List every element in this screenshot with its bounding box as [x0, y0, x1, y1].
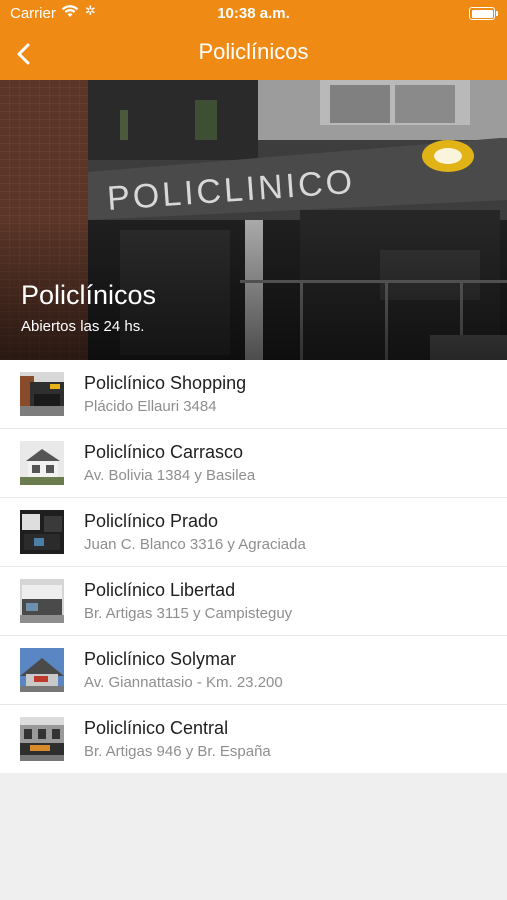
clinic-thumbnail: [20, 579, 64, 623]
clinic-thumbnail: [20, 717, 64, 761]
hero-title: Policlínicos: [21, 280, 157, 310]
clinic-address: Juan C. Blanco 3316 y Agraciada: [84, 536, 306, 553]
clinic-thumbnail: [20, 648, 64, 692]
clinic-thumbnail: [20, 441, 64, 485]
clinic-name: Policlínico Prado: [84, 511, 219, 531]
clinic-address: Plácido Ellauri 3484: [84, 398, 217, 415]
clinic-address: Br. Artigas 3115 y Campisteguy: [84, 605, 293, 622]
clinic-address: Av. Giannattasio - Km. 23.200: [84, 674, 283, 691]
top-bar: Carrier ✲ 10:38 a.m. Policlínicos: [0, 0, 507, 80]
clinic-name: Policlínico Solymar: [84, 649, 237, 669]
clinic-list-item-central[interactable]: Policlínico Central Br. Artigas 946 y Br…: [0, 705, 507, 773]
clinic-thumbnail: [20, 372, 64, 416]
clinic-name: Policlínico Libertad: [84, 580, 236, 600]
clinic-name: Policlínico Central: [84, 718, 229, 738]
clinic-address: Av. Bolivia 1384 y Basilea: [84, 467, 256, 484]
page-title: Policlínicos: [198, 39, 309, 64]
clinic-name: Policlínico Shopping: [84, 373, 247, 393]
clinic-list-item-shopping[interactable]: Policlínico Shopping Plácido Ellauri 348…: [0, 360, 507, 429]
clinic-list-item-solymar[interactable]: Policlínico Solymar Av. Giannattasio - K…: [0, 636, 507, 705]
hero-banner: POLICLINICO Policlínicos Abiertos las 24…: [0, 80, 507, 360]
clinic-list-item-carrasco[interactable]: Policlínico Carrasco Av. Bolivia 1384 y …: [0, 429, 507, 498]
status-time: 10:38 a.m.: [217, 5, 290, 22]
hero-subtitle: Abiertos las 24 hs.: [21, 318, 145, 335]
clinic-list-item-libertad[interactable]: Policlínico Libertad Br. Artigas 3115 y …: [0, 567, 507, 636]
status-bar: Carrier ✲ 10:38 a.m.: [0, 0, 507, 28]
navigation-bar: Policlínicos: [0, 28, 507, 80]
clinic-address: Br. Artigas 946 y Br. España: [84, 743, 271, 760]
clinic-list: Policlínico Shopping Plácido Ellauri 348…: [0, 360, 507, 773]
clinic-list-item-prado[interactable]: Policlínico Prado Juan C. Blanco 3316 y …: [0, 498, 507, 567]
clinic-name: Policlínico Carrasco: [84, 442, 244, 462]
battery-icon: [469, 7, 498, 20]
clinic-thumbnail: [20, 510, 64, 554]
